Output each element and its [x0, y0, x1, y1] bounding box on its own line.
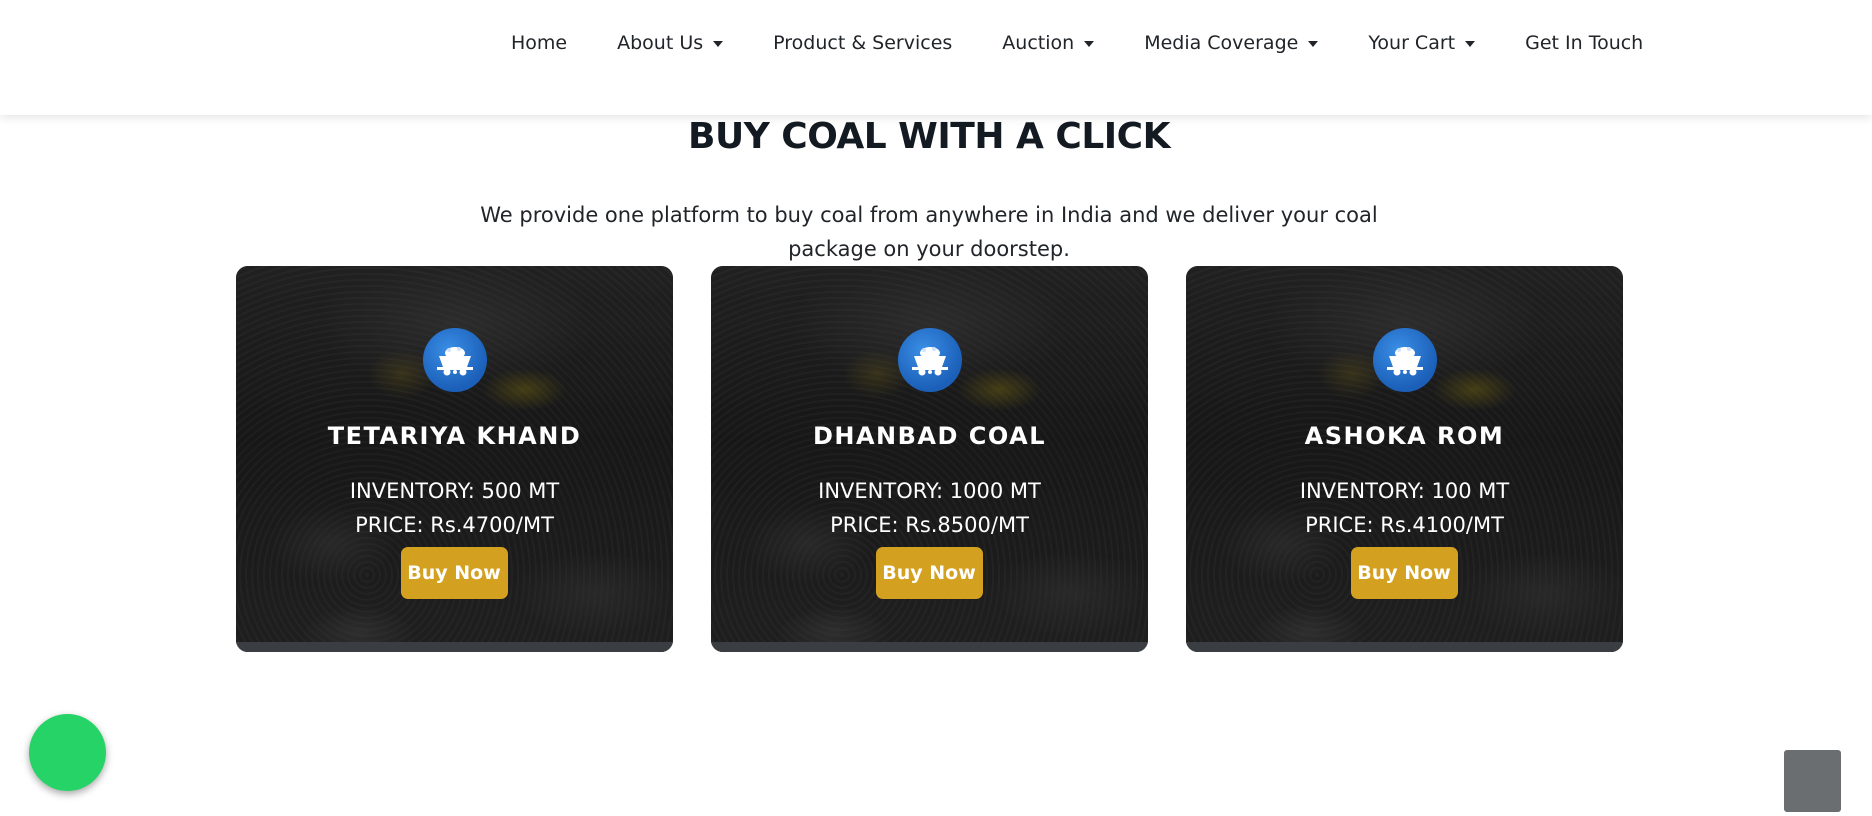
buy-now-button[interactable]: Buy Now — [1350, 547, 1458, 599]
caret-down-icon — [1308, 41, 1319, 47]
nav-item-label: Product & Services — [773, 32, 953, 54]
caret-down-icon — [1084, 41, 1095, 47]
nav-item-label: About Us — [617, 32, 704, 54]
nav-item-label: Your Cart — [1368, 32, 1456, 54]
coal-cart-icon — [1372, 328, 1437, 392]
navbar: Home About Us Product & Services Auction… — [0, 0, 1872, 115]
nav-item-your-cart[interactable]: Your Cart — [1368, 32, 1476, 54]
card-price: PRICE: Rs.4100/MT — [1305, 513, 1504, 537]
caret-down-icon — [1465, 41, 1476, 47]
nav-item-label: Media Coverage — [1144, 32, 1299, 54]
nav-item-product-services[interactable]: Product & Services — [773, 32, 952, 54]
nav-item-media-coverage[interactable]: Media Coverage — [1144, 32, 1319, 54]
buy-now-button[interactable]: Buy Now — [400, 547, 508, 599]
card-inventory: INVENTORY: 500 MT — [349, 479, 560, 503]
coal-cart-icon — [897, 328, 962, 392]
nav-item-label: Get In Touch — [1525, 32, 1644, 54]
whatsapp-button[interactable] — [29, 714, 106, 791]
nav-item-about-us[interactable]: About Us — [617, 32, 724, 54]
nav-item-label: Auction — [1002, 32, 1075, 54]
nav-item-auction[interactable]: Auction — [1002, 32, 1095, 54]
card-bottom-strip — [236, 642, 673, 652]
nav-item-label: Home — [511, 32, 568, 54]
card-price: PRICE: Rs.8500/MT — [830, 513, 1029, 537]
page: Home About Us Product & Services Auction… — [0, 0, 1872, 816]
card-inventory: INVENTORY: 1000 MT — [818, 479, 1041, 503]
nav-item-home[interactable]: Home — [511, 32, 567, 54]
caret-down-icon — [713, 41, 724, 47]
nav-item-get-in-touch[interactable]: Get In Touch — [1525, 32, 1643, 54]
card-title: ASHOKA ROM — [1304, 422, 1505, 450]
scroll-to-top-button[interactable] — [1784, 750, 1841, 812]
card-price: PRICE: Rs.4700/MT — [355, 513, 554, 537]
buy-now-button[interactable]: Buy Now — [875, 547, 983, 599]
section-title: BUY COAL WITH A CLICK — [688, 116, 1170, 157]
card-bottom-strip — [1186, 642, 1623, 652]
product-card-dhanbad-coal: DHANBAD COAL INVENTORY: 1000 MT PRICE: R… — [711, 266, 1148, 652]
section-subtitle: We provide one platform to buy coal from… — [480, 203, 1378, 261]
card-inventory: INVENTORY: 100 MT — [1299, 479, 1510, 503]
nav-menu: Home About Us Product & Services Auction… — [511, 28, 1643, 58]
card-title: TETARIYA KHAND — [327, 422, 582, 450]
product-card-ashoka-rom: ASHOKA ROM INVENTORY: 100 MT PRICE: Rs.4… — [1186, 266, 1623, 652]
product-card-tetariya-khand: TETARIYA KHAND INVENTORY: 500 MT PRICE: … — [236, 266, 673, 652]
coal-cart-icon — [422, 328, 487, 392]
card-bottom-strip — [711, 642, 1148, 652]
card-title: DHANBAD COAL — [812, 422, 1047, 450]
